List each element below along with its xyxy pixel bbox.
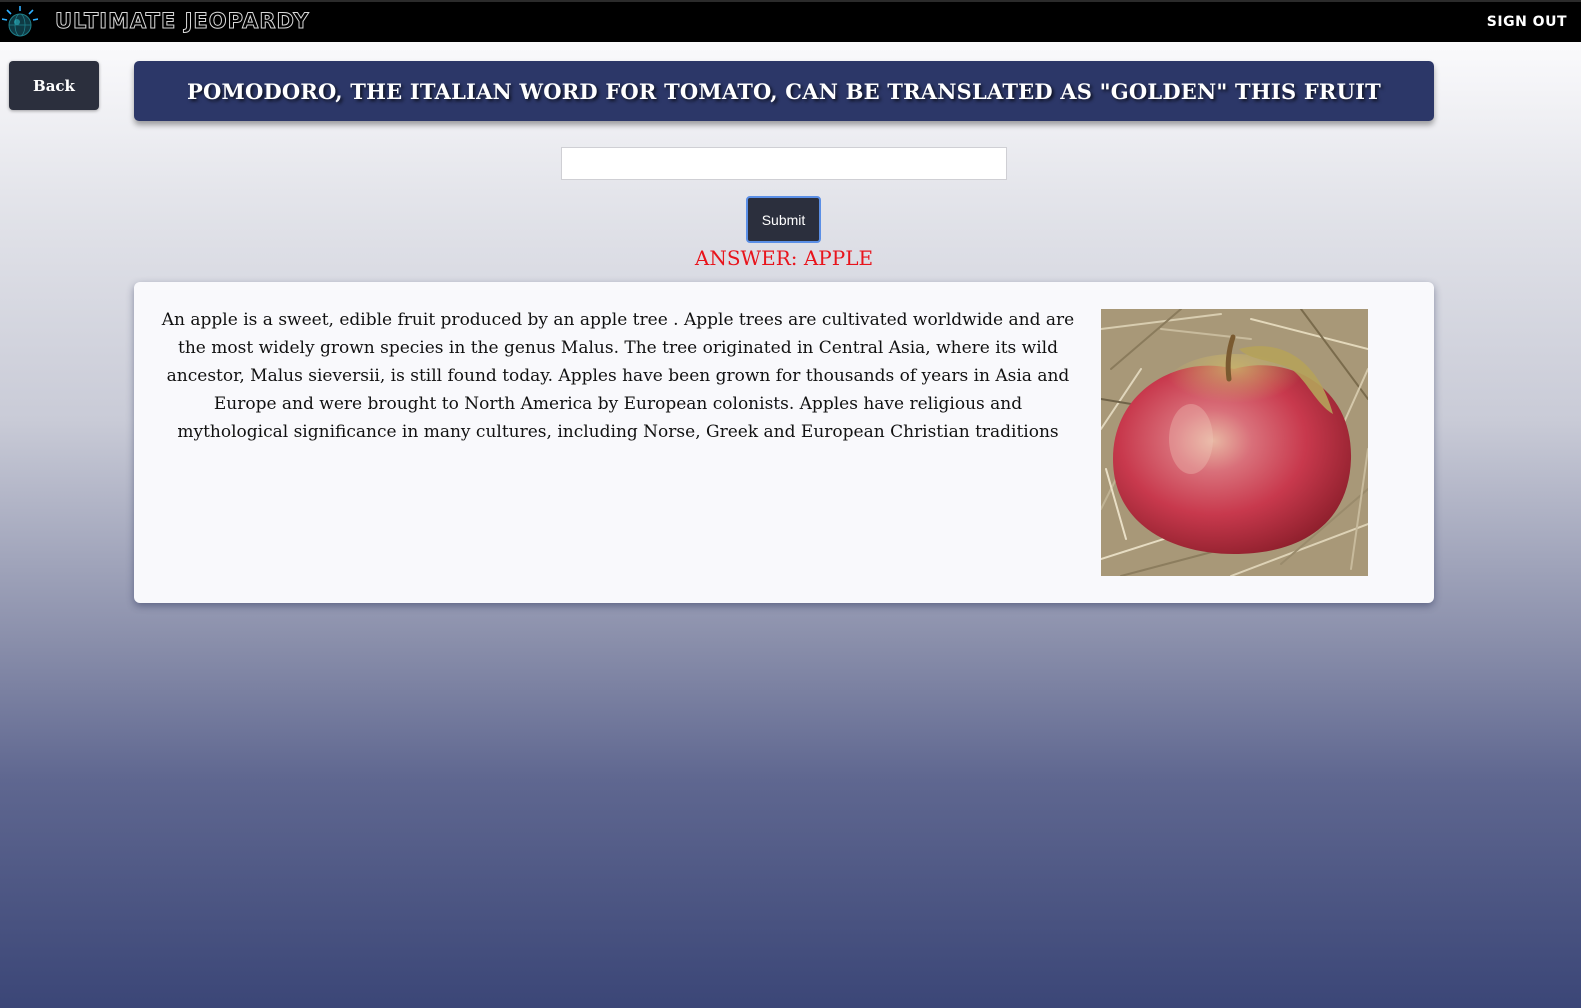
apple-image [1101, 309, 1368, 576]
top-navbar: ULTIMATE JEOPARDY SIGN OUT [0, 0, 1581, 42]
sign-out-link[interactable]: SIGN OUT [1487, 14, 1567, 30]
answer-input[interactable] [561, 147, 1007, 180]
back-button[interactable]: Back [9, 61, 99, 110]
answer-info-card: An apple is a sweet, edible fruit produc… [134, 282, 1434, 603]
answer-description: An apple is a sweet, edible fruit produc… [161, 310, 1075, 442]
submit-button[interactable]: Submit [746, 196, 821, 243]
answer-reveal: ANSWER: APPLE [694, 246, 874, 270]
question-banner: POMODORO, THE ITALIAN WORD FOR TOMATO, C… [134, 61, 1434, 121]
globe-sparkle-icon[interactable] [1, 5, 39, 41]
app-brand-title[interactable]: ULTIMATE JEOPARDY [55, 9, 310, 34]
question-text: POMODORO, THE ITALIAN WORD FOR TOMATO, C… [187, 78, 1381, 104]
